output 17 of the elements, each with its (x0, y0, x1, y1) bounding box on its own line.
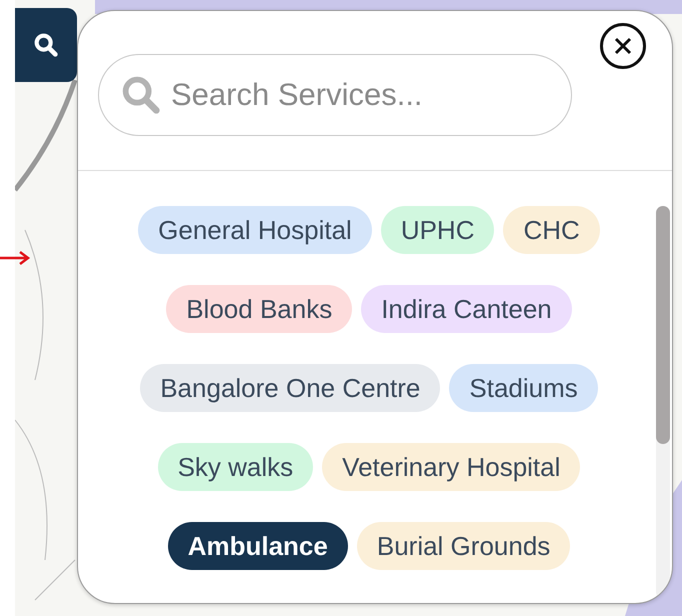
service-chip[interactable]: Stadiums (449, 364, 598, 412)
service-chip[interactable]: Bangalore One Centre (140, 364, 440, 412)
service-chip[interactable]: Burial Grounds (356, 522, 570, 570)
close-icon (613, 36, 633, 56)
arrow-icon (0, 250, 32, 266)
service-chip[interactable]: Indira Canteen (361, 285, 572, 333)
service-chip[interactable]: UPHC (380, 206, 494, 254)
search-icon (32, 31, 60, 59)
service-chip[interactable]: Sky walks (158, 443, 314, 491)
close-button[interactable] (600, 23, 646, 69)
service-chip[interactable]: Ambulance (168, 522, 348, 570)
service-chip[interactable]: Blood Banks (166, 285, 352, 333)
search-field[interactable]: Search Services... (98, 54, 572, 136)
service-chip[interactable]: General Hospital (138, 206, 372, 254)
service-chip[interactable]: CHC (503, 206, 600, 254)
service-chip[interactable]: Veterinary Hospital (322, 443, 580, 491)
search-button[interactable] (15, 8, 77, 82)
